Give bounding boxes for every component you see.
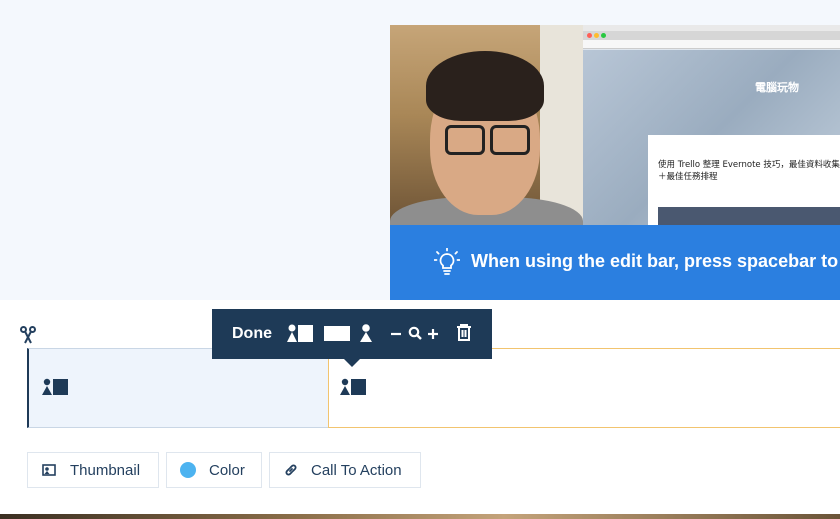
thumbnail-layout-icon [42, 378, 68, 395]
timeline-track [27, 348, 840, 428]
tip-text: When using the edit bar, press spacebar … [471, 251, 840, 271]
call-to-action-button[interactable]: Call To Action [269, 452, 421, 488]
webcam-feed [390, 25, 583, 225]
video-preview[interactable]: 電腦玩物 使用 Trello 整理 Evernote 技巧，最佳資料收集＋最佳任… [390, 25, 840, 300]
tip-banner: When using the edit bar, press spacebar … [390, 225, 840, 300]
article-card: 使用 Trello 整理 Evernote 技巧，最佳資料收集＋最佳任務排程 [648, 135, 840, 225]
screen-recording: 電腦玩物 使用 Trello 整理 Evernote 技巧，最佳資料收集＋最佳任… [583, 25, 840, 225]
scissors-icon[interactable] [19, 326, 37, 344]
thumbnail-label: Thumbnail [70, 461, 141, 479]
color-label: Color [209, 461, 245, 479]
thumbnail-icon [42, 464, 56, 476]
done-button[interactable]: Done [232, 325, 272, 343]
desktop-background [0, 514, 840, 519]
link-icon [285, 464, 297, 476]
thumbnail-layout-icon [340, 378, 366, 395]
person-icon[interactable] [360, 323, 372, 343]
minus-icon[interactable] [390, 323, 402, 343]
article-title: 使用 Trello 整理 Evernote 技巧，最佳資料收集＋最佳任務排程 [658, 160, 840, 182]
zoom-icon[interactable] [408, 323, 422, 343]
plus-icon[interactable] [427, 323, 439, 343]
call-to-action-label: Call To Action [311, 461, 402, 479]
timeline-clip-1[interactable] [27, 348, 330, 428]
color-swatch-icon [180, 462, 196, 478]
site-title: 電腦玩物 [755, 81, 799, 94]
timeline-clip-2[interactable] [328, 348, 840, 428]
color-button[interactable]: Color [166, 452, 262, 488]
full-rectangle-icon[interactable] [324, 323, 350, 343]
thumbnail-layout-icon[interactable] [287, 323, 313, 343]
thumbnail-button[interactable]: Thumbnail [27, 452, 159, 488]
edit-bar: Done [212, 309, 492, 367]
lightbulb-icon [434, 248, 460, 275]
trash-icon[interactable] [456, 323, 472, 343]
